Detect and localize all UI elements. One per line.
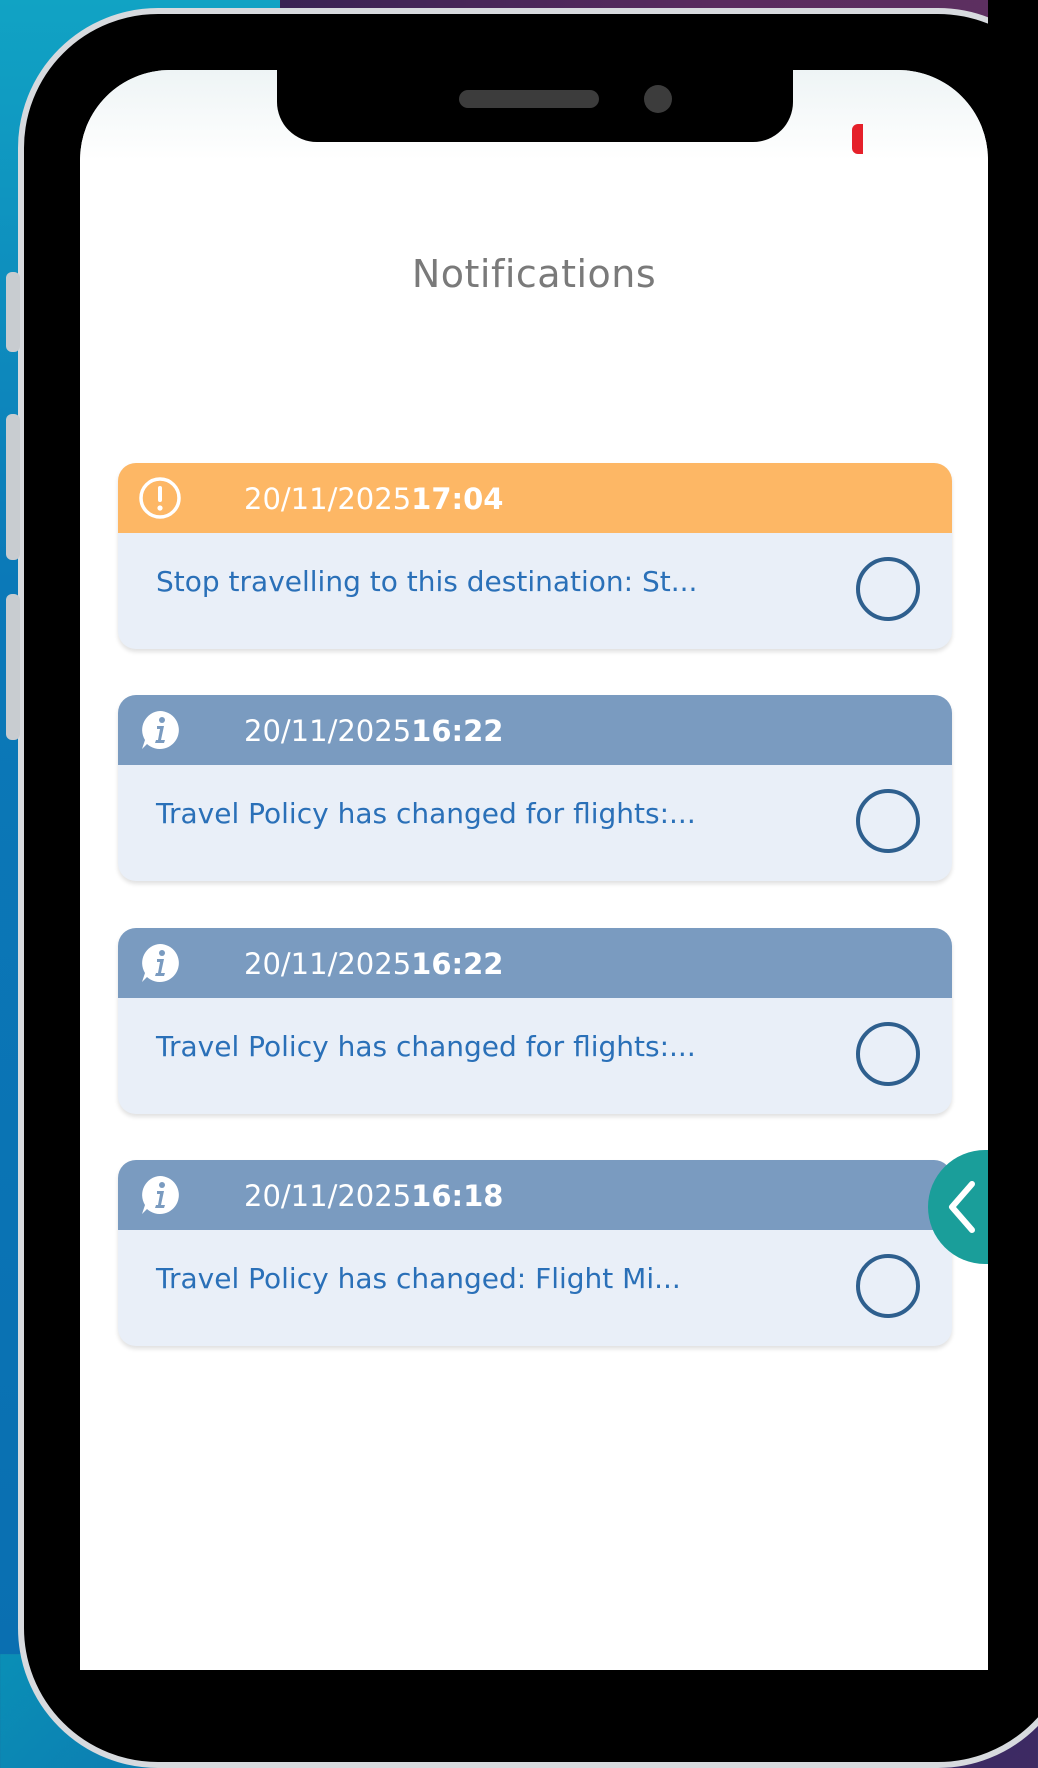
mark-read-radio[interactable] bbox=[856, 1022, 920, 1086]
notification-message: Travel Policy has changed: Flight Mi... bbox=[156, 1262, 681, 1295]
notification-card[interactable]: 20/11/202517:04 Stop travelling to this … bbox=[118, 463, 952, 649]
notification-time: 16:22 bbox=[411, 714, 504, 748]
phone-mute-switch bbox=[6, 272, 20, 352]
notification-time: 16:18 bbox=[411, 1179, 504, 1213]
notification-card[interactable]: 20/11/202516:22 Travel Policy has change… bbox=[118, 695, 952, 881]
notification-message: Travel Policy has changed for flights:..… bbox=[156, 1030, 696, 1063]
chevron-left-icon bbox=[949, 1181, 975, 1233]
speaker-grille bbox=[459, 90, 599, 108]
phone-frame-right-edge bbox=[988, 0, 1038, 1654]
notification-header: 20/11/202516:22 bbox=[118, 695, 952, 765]
info-bubble-icon bbox=[142, 1176, 179, 1214]
front-camera bbox=[644, 85, 672, 113]
mark-read-radio[interactable] bbox=[856, 1254, 920, 1318]
phone-notch bbox=[277, 70, 793, 142]
notification-header: 20/11/202516:22 bbox=[118, 928, 952, 998]
notification-card[interactable]: 20/11/202516:18 Travel Policy has change… bbox=[118, 1160, 952, 1346]
notification-timestamp: 20/11/202516:18 bbox=[244, 1179, 503, 1213]
notification-timestamp: 20/11/202516:22 bbox=[244, 714, 503, 748]
notification-time: 16:22 bbox=[411, 947, 504, 981]
info-bubble-icon bbox=[142, 944, 179, 982]
notification-message: Stop travelling to this destination: St.… bbox=[156, 565, 698, 598]
phone-volume-down-button bbox=[6, 594, 20, 740]
exclamation-circle-icon bbox=[139, 477, 181, 519]
notification-message: Travel Policy has changed for flights:..… bbox=[156, 797, 696, 830]
notification-date: 20/11/2025 bbox=[244, 1179, 412, 1213]
notification-date: 20/11/2025 bbox=[244, 947, 412, 981]
notification-timestamp: 20/11/202516:22 bbox=[244, 947, 503, 981]
info-bubble-icon bbox=[142, 711, 179, 749]
recording-indicator bbox=[852, 124, 863, 154]
notification-date: 20/11/2025 bbox=[244, 482, 412, 516]
notification-card[interactable]: 20/11/202516:22 Travel Policy has change… bbox=[118, 928, 952, 1114]
phone-volume-up-button bbox=[6, 414, 20, 560]
notification-time: 17:04 bbox=[411, 482, 504, 516]
mark-read-radio[interactable] bbox=[856, 557, 920, 621]
notification-header: 20/11/202516:18 bbox=[118, 1160, 952, 1230]
mark-read-radio[interactable] bbox=[856, 789, 920, 853]
notification-date: 20/11/2025 bbox=[244, 714, 412, 748]
page-title: Notifications bbox=[411, 252, 657, 296]
notification-header: 20/11/202517:04 bbox=[118, 463, 952, 533]
notification-timestamp: 20/11/202517:04 bbox=[244, 482, 503, 516]
